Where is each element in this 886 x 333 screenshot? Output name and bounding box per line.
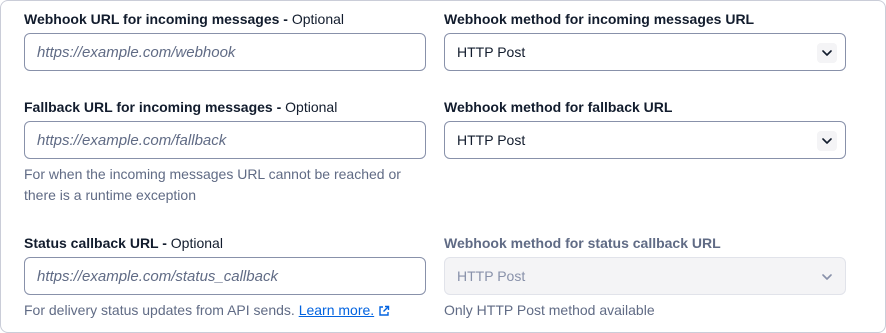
- status-url-group: Status callback URL - Optional https://e…: [24, 235, 426, 325]
- optional-tag: Optional: [285, 99, 338, 115]
- status-method-group: Webhook method for status callback URL H…: [444, 235, 846, 325]
- fallback-method-group: Webhook method for fallback URL HTTP Pos…: [444, 99, 846, 161]
- fallback-help-line: there is a runtime exception: [24, 187, 196, 203]
- fallback-url-label-text: Fallback URL for incoming messages -: [24, 99, 286, 115]
- incoming-url-label: Webhook URL for incoming messages - Opti…: [24, 11, 426, 27]
- status-method-select: HTTP Post: [444, 257, 846, 295]
- chevron-down-icon: [817, 267, 837, 287]
- status-method-help: Only HTTP Post method available: [444, 302, 655, 318]
- incoming-method-group: Webhook method for incoming messages URL…: [444, 11, 846, 73]
- status-help-line: For delivery status updates from API sen…: [24, 302, 299, 318]
- incoming-method-label: Webhook method for incoming messages URL: [444, 11, 755, 27]
- fallback-url-placeholder: https://example.com/fallback: [37, 131, 227, 149]
- chevron-down-icon: [817, 131, 837, 151]
- fallback-method-select[interactable]: HTTP Post: [444, 121, 846, 159]
- status-url-label: Status callback URL - Optional: [24, 235, 426, 251]
- status-url-label-text: Status callback URL -: [24, 235, 171, 251]
- fallback-url-group: Fallback URL for incoming messages - Opt…: [24, 99, 426, 209]
- status-help-text: For delivery status updates from API sen…: [24, 300, 426, 323]
- fallback-url-input[interactable]: https://example.com/fallback: [24, 121, 426, 159]
- incoming-url-placeholder: https://example.com/webhook: [37, 43, 236, 61]
- optional-tag: Optional: [170, 235, 223, 251]
- fallback-method-value: HTTP Post: [457, 132, 526, 148]
- incoming-method-value: HTTP Post: [457, 44, 526, 60]
- incoming-url-group: Webhook URL for incoming messages - Opti…: [24, 11, 426, 73]
- status-method-value: HTTP Post: [457, 268, 526, 284]
- fallback-method-label: Webhook method for fallback URL: [444, 99, 673, 115]
- status-method-label: Webhook method for status callback URL: [444, 235, 721, 251]
- fallback-help-line: For when the incoming messages URL canno…: [24, 166, 401, 182]
- incoming-method-select[interactable]: HTTP Post: [444, 33, 846, 71]
- fallback-url-label: Fallback URL for incoming messages - Opt…: [24, 99, 426, 115]
- fallback-help-text: For when the incoming messages URL canno…: [24, 164, 426, 206]
- webhook-settings-card: Webhook URL for incoming messages - Opti…: [0, 0, 886, 333]
- chevron-down-icon: [817, 43, 837, 63]
- incoming-url-input[interactable]: https://example.com/webhook: [24, 33, 426, 71]
- status-url-input[interactable]: https://example.com/status_callback: [24, 257, 426, 295]
- external-link-icon[interactable]: [378, 302, 390, 323]
- learn-more-link[interactable]: Learn more.: [299, 302, 374, 318]
- incoming-url-label-text: Webhook URL for incoming messages -: [24, 11, 292, 27]
- status-url-placeholder: https://example.com/status_callback: [37, 267, 278, 285]
- optional-tag: Optional: [291, 11, 345, 27]
